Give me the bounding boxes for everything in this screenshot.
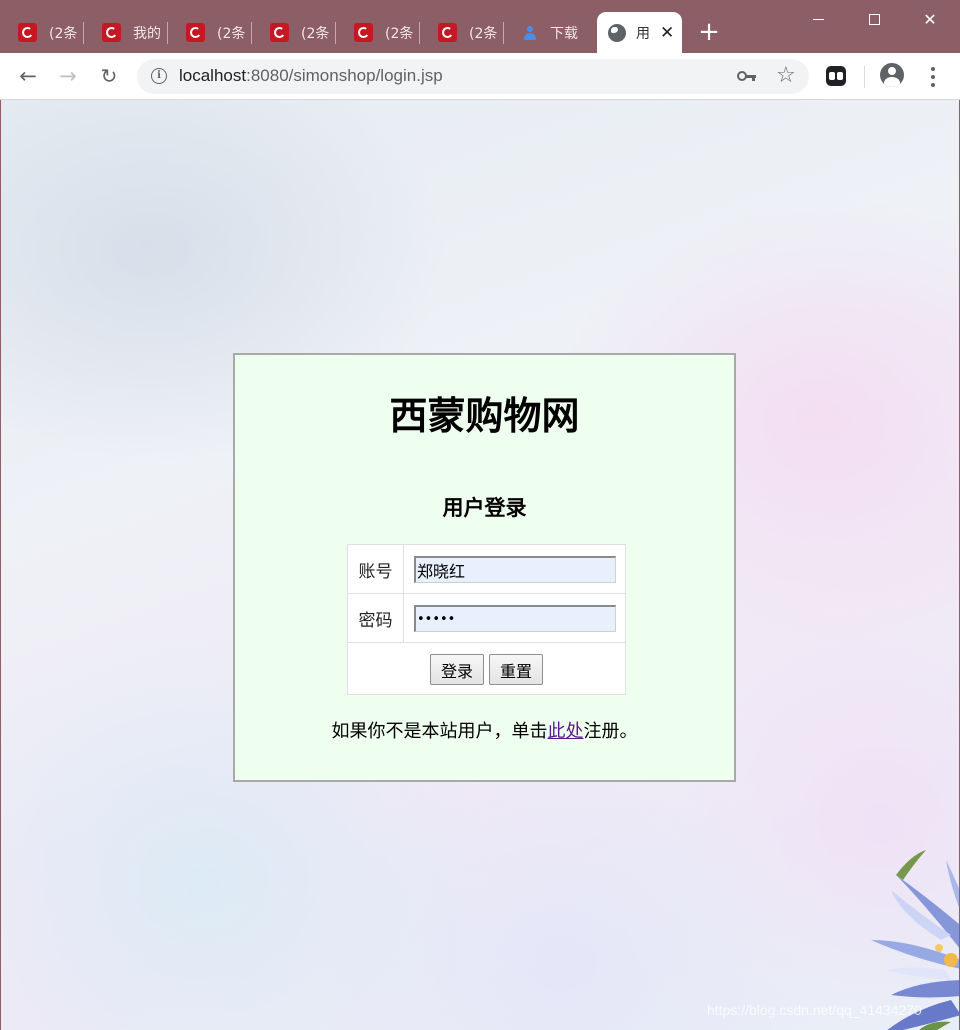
csdn-icon	[102, 23, 121, 42]
back-button[interactable]: ←	[13, 61, 43, 91]
close-icon: ✕	[923, 9, 937, 29]
browser-tab[interactable]: (2条	[420, 12, 504, 53]
url-text[interactable]: localhost:8080/simonshop/login.jsp	[179, 66, 443, 86]
maximize-button[interactable]	[846, 0, 902, 38]
login-title: 用户登录	[442, 496, 527, 520]
close-window-button[interactable]: ✕	[902, 0, 958, 38]
browser-tab[interactable]: 下载	[504, 12, 596, 53]
browser-tab[interactable]: (2条	[0, 12, 84, 53]
username-input[interactable]	[414, 556, 616, 583]
page-viewport: 西蒙购物网 用户登录 账号 密码 登录 重置 如果你不是本站用户，单击此处注册。…	[0, 100, 960, 1030]
arrow-left-icon: ←	[19, 64, 37, 88]
browser-tab-active[interactable]: 用 ✕	[597, 12, 682, 53]
browser-tab[interactable]: (2条	[168, 12, 252, 53]
register-link[interactable]: 此处	[548, 721, 584, 742]
username-label: 账号	[348, 545, 404, 593]
password-label: 密码	[348, 594, 404, 642]
tab-title: 我的	[133, 25, 161, 42]
browser-tab[interactable]: 我的	[84, 12, 168, 53]
flower-decoration	[871, 850, 959, 1030]
address-bar[interactable]: i localhost:8080/simonshop/login.jsp ☆	[137, 59, 809, 94]
csdn-icon	[186, 23, 205, 42]
toolbar-divider	[864, 66, 865, 88]
minimize-icon	[812, 18, 824, 20]
browser-titlebar: (2条 我的 (2条 (2条 (2条 (2条 下载 用 ✕ + ✕	[0, 0, 960, 53]
user-icon	[522, 25, 538, 41]
csdn-icon	[438, 23, 457, 42]
globe-icon	[608, 23, 626, 42]
username-row: 账号	[348, 545, 625, 594]
profile-icon[interactable]	[880, 63, 904, 87]
bookmark-star-icon[interactable]: ☆	[776, 63, 796, 88]
tab-close-icon[interactable]: ✕	[660, 23, 674, 43]
arrow-right-icon: →	[59, 64, 77, 88]
reload-icon: ↻	[100, 64, 118, 88]
password-input[interactable]	[414, 605, 616, 632]
browser-tab[interactable]: (2条	[336, 12, 420, 53]
login-panel: 西蒙购物网 用户登录 账号 密码 登录 重置 如果你不是本站用户，单击此处注册。	[233, 353, 736, 782]
csdn-icon	[270, 23, 289, 42]
menu-dots-icon[interactable]	[923, 65, 943, 89]
buttons-row: 登录 重置	[348, 643, 625, 694]
password-row: 密码	[348, 594, 625, 643]
tab-title: 下载	[550, 25, 578, 42]
csdn-icon	[18, 23, 37, 42]
extension-icon[interactable]	[826, 66, 846, 86]
forward-button[interactable]: →	[53, 61, 83, 91]
reset-button[interactable]: 重置	[489, 654, 543, 685]
minimize-button[interactable]	[790, 0, 846, 38]
tab-title: 用	[636, 25, 650, 42]
login-form: 账号 密码 登录 重置	[347, 544, 626, 695]
watermark: https://blog.csdn.net/qq_41434270	[707, 1002, 922, 1018]
register-hint: 如果你不是本站用户，单击此处注册。	[235, 717, 734, 743]
login-button[interactable]: 登录	[430, 654, 484, 685]
register-suffix: 注册。	[583, 721, 638, 742]
url-path: :8080/simonshop/login.jsp	[246, 66, 443, 85]
maximize-icon	[868, 13, 880, 25]
browser-toolbar: ← → ↻ i localhost:8080/simonshop/login.j…	[0, 53, 960, 100]
tab-title: (2条	[301, 25, 330, 42]
tab-title: (2条	[217, 25, 246, 42]
reload-button[interactable]: ↻	[94, 61, 124, 91]
url-host: localhost	[179, 66, 247, 85]
tab-title: (2条	[49, 25, 78, 42]
register-prefix: 如果你不是本站用户，单击	[331, 721, 548, 742]
tab-title: (2条	[469, 25, 498, 42]
site-title: 西蒙购物网	[389, 394, 580, 438]
tab-title: (2条	[385, 25, 414, 42]
browser-tab[interactable]: (2条	[252, 12, 336, 53]
info-icon[interactable]: i	[151, 68, 167, 84]
csdn-icon	[354, 23, 373, 42]
new-tab-button[interactable]: +	[697, 17, 721, 47]
key-icon[interactable]	[737, 68, 757, 84]
